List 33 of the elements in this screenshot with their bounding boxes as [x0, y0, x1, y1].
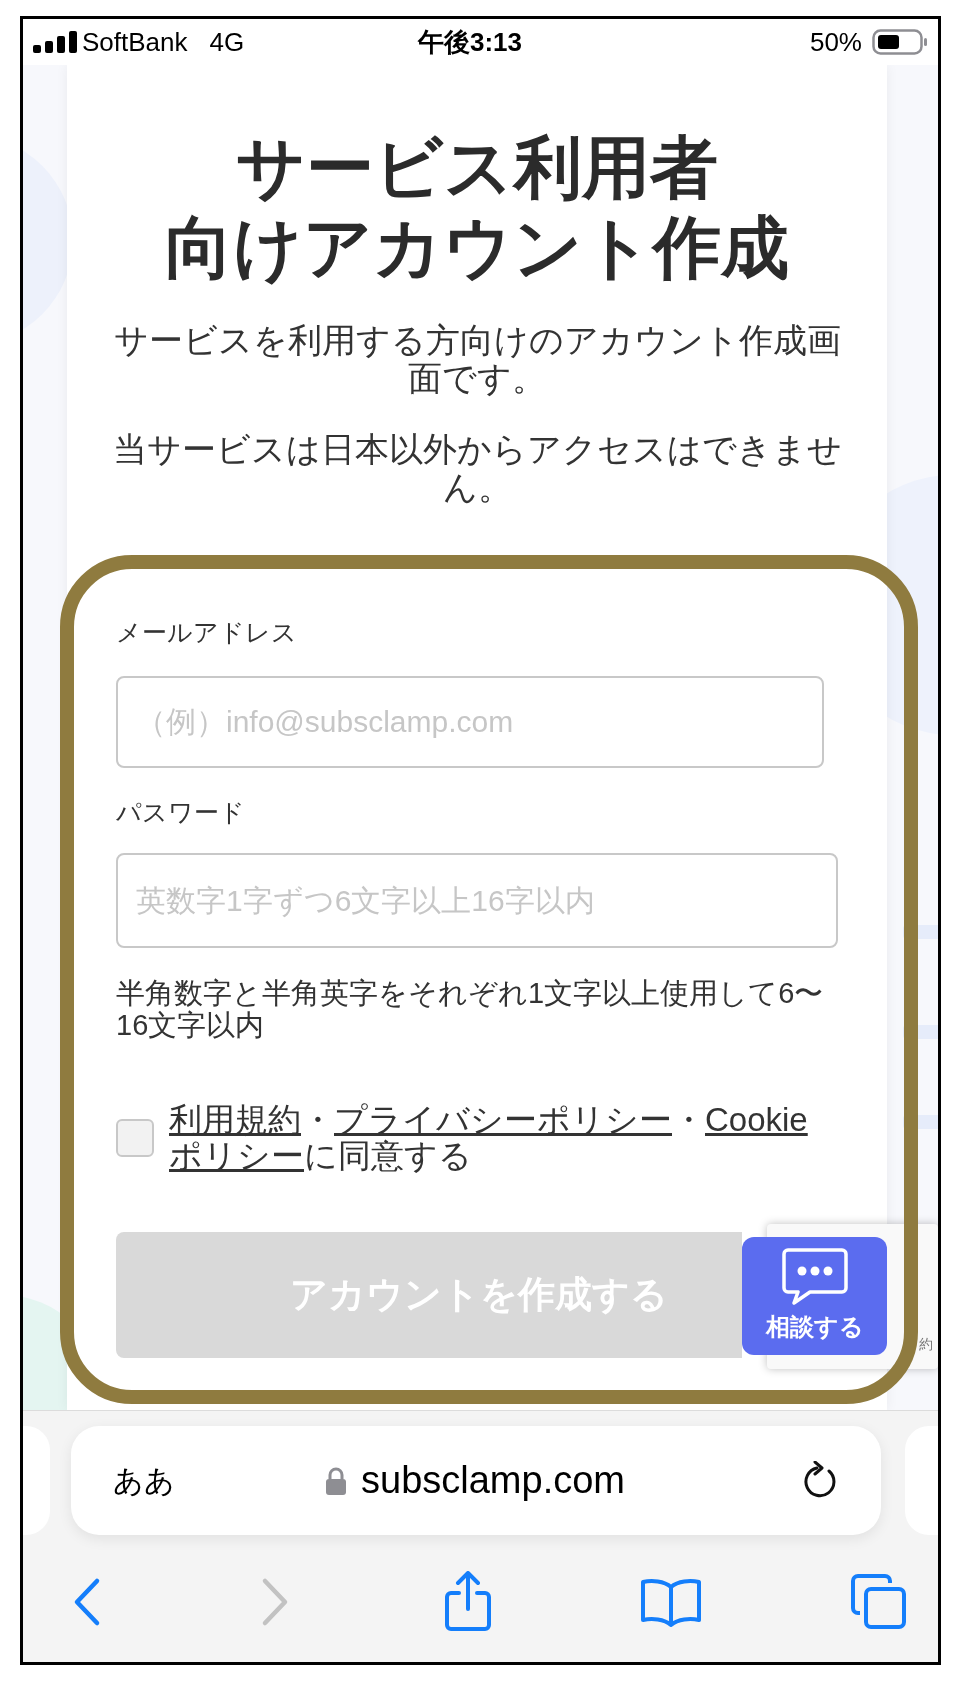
description-text: サービスを利用する方向けのアカウント作成画面です。 [112, 321, 842, 397]
terms-link[interactable]: ポリシー [169, 1137, 304, 1174]
field-label: パスワード [116, 797, 246, 828]
terms-link[interactable]: プライバシーポリシー [334, 1101, 672, 1138]
chat-bubble-icon [781, 1247, 848, 1305]
description-text: 当サービスは日本以外からアクセスはできません。 [112, 430, 842, 506]
chat-button[interactable]: 相談する [742, 1237, 887, 1355]
lock-icon [325, 1465, 347, 1496]
battery-percent: 50% [809, 25, 862, 59]
text-size-button[interactable]: ああ [113, 1458, 175, 1503]
share-icon[interactable] [442, 1571, 493, 1633]
tabs-icon[interactable] [850, 1573, 908, 1631]
recaptcha-text[interactable]: 約 [919, 1336, 933, 1352]
agreement-text: ・ [672, 1101, 705, 1138]
agreement-text: に同意する [304, 1137, 472, 1174]
input-field[interactable]: （例）info@subsclamp.com [116, 676, 824, 768]
terms-link[interactable]: 利用規約 [169, 1101, 301, 1138]
signal-icon [33, 31, 78, 53]
field-label: メールアドレス [116, 617, 298, 648]
battery-icon [872, 29, 928, 55]
bookmarks-icon[interactable] [640, 1577, 703, 1627]
status-time: 午後3:13 [418, 25, 523, 59]
agreement-text: ・ [301, 1101, 334, 1138]
url-text: subsclamp.com [361, 1458, 625, 1503]
input-field[interactable]: 英数字1字ずつ6文字以上16字以内 [116, 853, 838, 948]
terms-link[interactable]: Cookie [705, 1101, 808, 1138]
page-title: サービス利用者 [236, 128, 718, 207]
agreement-checkbox[interactable] [116, 1119, 154, 1157]
address-bar[interactable]: ああ subsclamp.com [71, 1426, 881, 1535]
carrier-name: SoftBank [82, 25, 188, 59]
password-hint: 半角数字と半角英字をそれぞれ1文字以上使用して6〜16文字以内 [116, 977, 825, 1041]
page-title: 向けアカウント作成 [165, 208, 789, 287]
network-type: 4G [209, 25, 245, 59]
